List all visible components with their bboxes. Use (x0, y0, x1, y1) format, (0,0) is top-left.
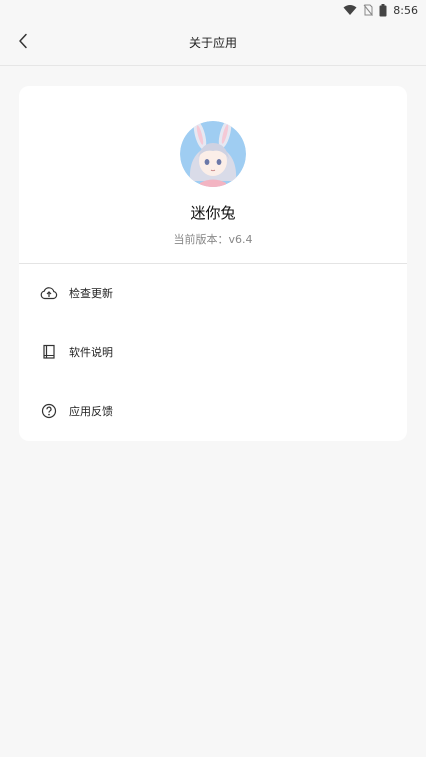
status-bar: 8:56 (0, 0, 426, 20)
version-text: 当前版本：v6.4 (173, 233, 253, 246)
help-circle-icon (40, 402, 58, 420)
wifi-icon (343, 4, 357, 16)
book-icon (40, 343, 58, 361)
about-card: 迷你兔 当前版本：v6.4 检查更新 软件说明 应用反馈 (19, 86, 407, 441)
no-sim-icon (363, 4, 374, 16)
app-name: 迷你兔 (190, 204, 236, 222)
status-time: 8:56 (393, 3, 418, 17)
app-avatar (180, 121, 246, 187)
feedback-label: 应用反馈 (69, 405, 113, 418)
software-info-item[interactable]: 软件说明 (19, 323, 407, 381)
battery-icon (379, 3, 387, 17)
app-bar: 关于应用 (0, 20, 426, 66)
feedback-item[interactable]: 应用反馈 (19, 382, 407, 440)
cloud-upload-icon (40, 284, 58, 302)
software-info-label: 软件说明 (69, 346, 113, 359)
check-update-item[interactable]: 检查更新 (19, 264, 407, 322)
chevron-left-icon (17, 33, 29, 53)
check-update-label: 检查更新 (69, 287, 113, 300)
back-button[interactable] (10, 30, 36, 56)
page-title: 关于应用 (188, 36, 237, 50)
